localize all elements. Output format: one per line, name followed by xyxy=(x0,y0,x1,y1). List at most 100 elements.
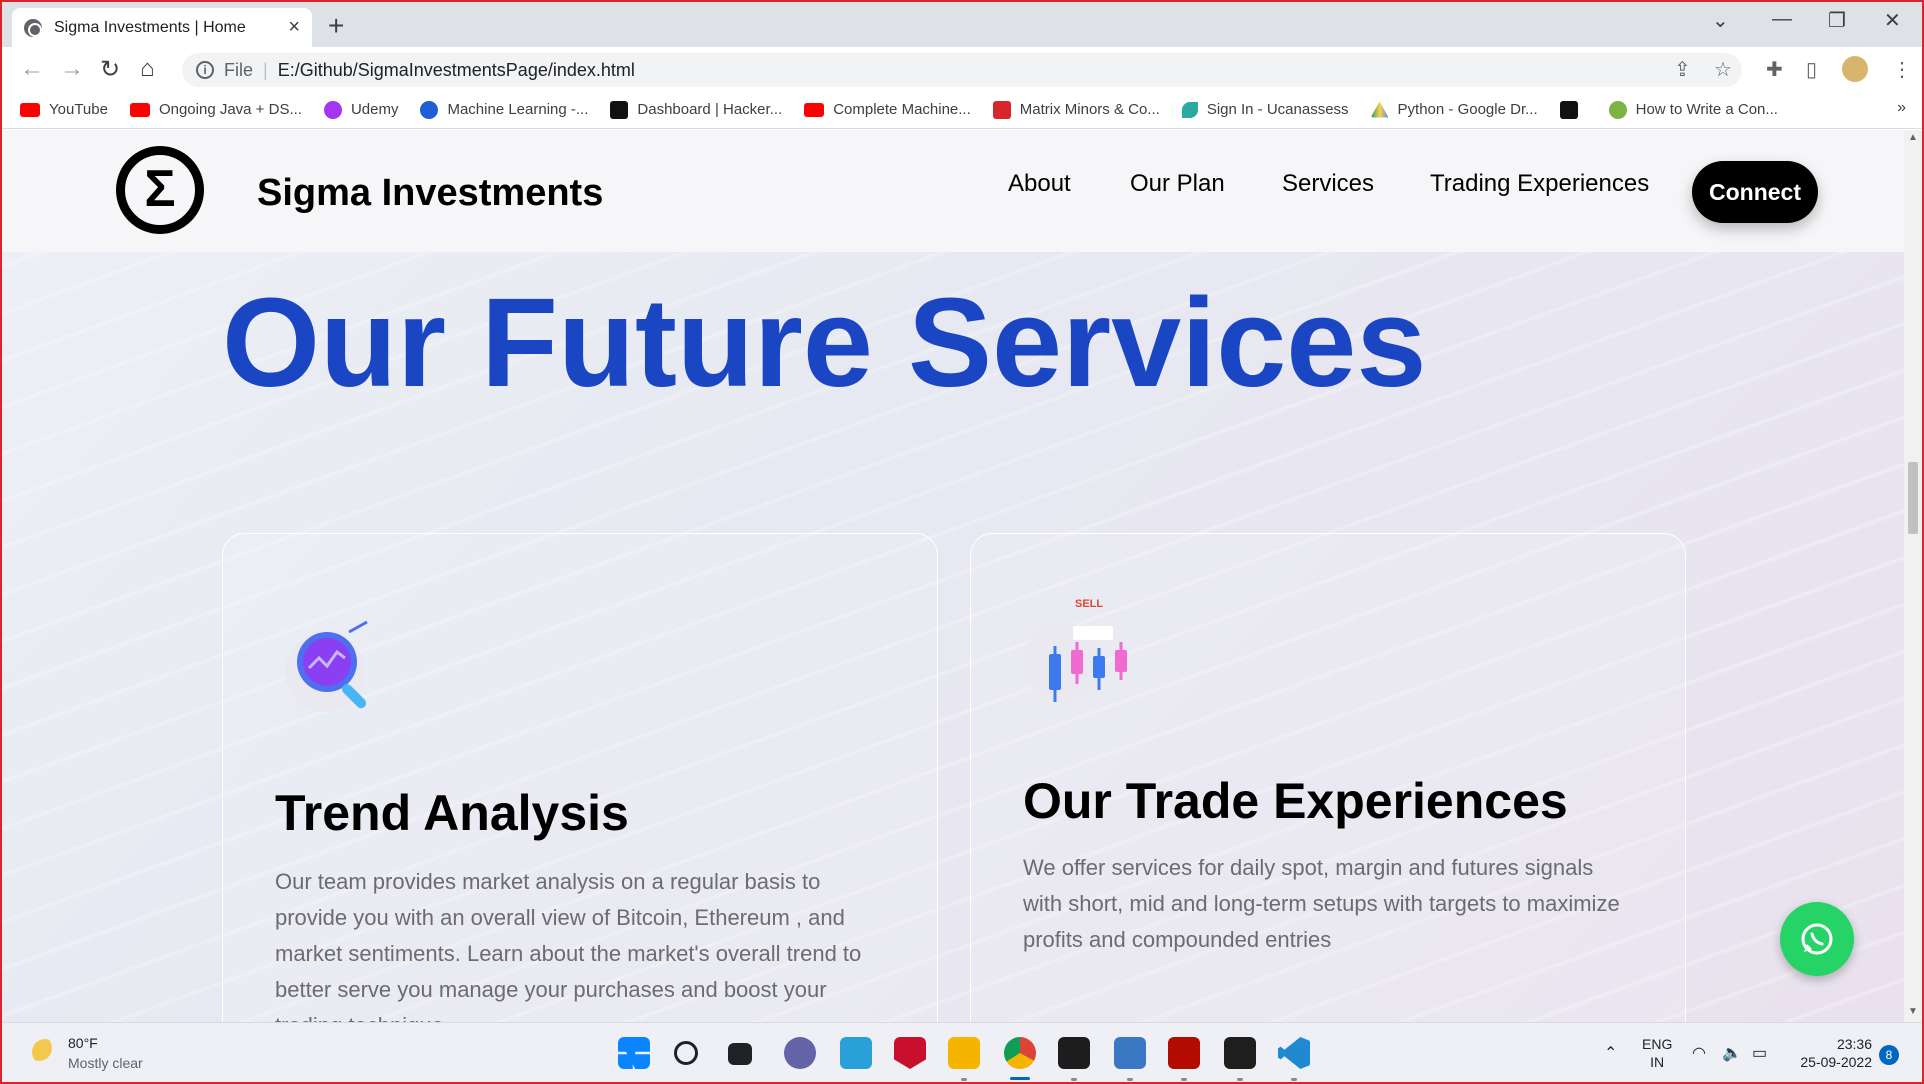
mcafee-icon[interactable] xyxy=(894,1037,926,1069)
back-icon[interactable]: ← xyxy=(20,55,44,83)
region-code: IN xyxy=(1650,1054,1665,1070)
scrollbar-thumb[interactable] xyxy=(1908,462,1918,534)
bookmark-item[interactable]: Sign In - Ucanassess xyxy=(1181,101,1349,118)
bookmark-item[interactable] xyxy=(1559,100,1587,119)
bookmark-item[interactable]: Python - Google Dr... xyxy=(1370,101,1538,118)
browser-window: Sigma Investments | Home × + ⌄ — ❐ ✕ ← →… xyxy=(0,0,1924,1084)
page-scrollbar[interactable]: ▲ ▼ xyxy=(1904,130,1922,1022)
profile-avatar[interactable] xyxy=(1842,56,1868,82)
chrome-icon[interactable] xyxy=(1004,1037,1036,1069)
menu-icon[interactable]: ⋮ xyxy=(1892,57,1912,82)
whatsapp-icon xyxy=(1801,923,1833,955)
browser-toolbar: ← → ↻ ⌂ i File | E:/Github/SigmaInvestme… xyxy=(2,47,1922,91)
weather-description[interactable]: Mostly clear xyxy=(68,1055,143,1071)
clock-date: 25-09-2022 xyxy=(1800,1054,1872,1070)
section-title: Our Future Services xyxy=(222,272,1427,413)
bookmark-label: Dashboard | Hacker... xyxy=(637,101,783,118)
address-url[interactable]: E:/Github/SigmaInvestmentsPage/index.htm… xyxy=(278,60,635,81)
coursera-icon xyxy=(420,100,439,119)
reload-icon[interactable]: ↻ xyxy=(100,55,120,84)
tab-title: Sigma Investments | Home xyxy=(54,18,246,36)
youtube-icon xyxy=(129,102,150,117)
show-hidden-icons-icon[interactable]: ⌃ xyxy=(1604,1043,1617,1063)
teams-chat-icon[interactable] xyxy=(784,1037,816,1069)
brand-name[interactable]: Sigma Investments xyxy=(257,172,603,215)
side-panel-icon[interactable]: ▯ xyxy=(1806,57,1817,82)
bookmark-label: YouTube xyxy=(49,101,108,118)
weather-temperature[interactable]: 80°F xyxy=(68,1035,98,1051)
vscode-icon[interactable] xyxy=(1278,1037,1310,1069)
address-bar[interactable]: i File | E:/Github/SigmaInvestmentsPage/… xyxy=(182,53,1742,87)
magnifier-chart-icon xyxy=(285,620,368,712)
home-icon[interactable]: ⌂ xyxy=(140,55,155,83)
close-tab-icon[interactable]: × xyxy=(288,16,300,39)
running-indicator xyxy=(1127,1078,1133,1081)
acrobat-icon[interactable] xyxy=(1168,1037,1200,1069)
notification-badge[interactable]: 8 xyxy=(1879,1045,1899,1065)
sell-badge: SELL xyxy=(1075,598,1104,610)
language-indicator[interactable]: ENG IN xyxy=(1642,1035,1672,1071)
forward-icon[interactable]: → xyxy=(60,55,84,83)
ucanassess-icon xyxy=(1181,101,1198,118)
task-view-icon[interactable] xyxy=(728,1043,752,1065)
moon-weather-icon[interactable] xyxy=(32,1039,58,1065)
youtube-icon xyxy=(804,102,825,117)
bookmark-item[interactable]: Matrix Minors & Co... xyxy=(992,100,1160,119)
wikihow-icon xyxy=(1608,100,1627,119)
card-text: Our team provides market analysis on a r… xyxy=(275,869,862,1022)
bookmark-item[interactable]: Dashboard | Hacker... xyxy=(610,100,783,119)
bookmark-star-icon[interactable]: ☆ xyxy=(1714,57,1732,82)
nav-services[interactable]: Services xyxy=(1282,170,1374,198)
language-code: ENG xyxy=(1642,1036,1673,1052)
site-header: Σ Sigma Investments About Our Plan Servi… xyxy=(2,130,1904,252)
card-title: Our Trade Experiences xyxy=(1023,773,1568,829)
bookmark-item[interactable]: YouTube xyxy=(20,101,108,118)
battery-icon[interactable]: ▭ xyxy=(1752,1043,1767,1063)
nav-trading-experiences[interactable]: Trading Experiences xyxy=(1430,170,1649,198)
youtube-icon xyxy=(20,102,40,117)
sigma-logo-icon[interactable]: Σ xyxy=(116,146,204,234)
bookmark-item[interactable]: Complete Machine... xyxy=(804,101,971,118)
restore-icon[interactable]: ❐ xyxy=(1828,8,1846,33)
info-icon[interactable]: i xyxy=(196,61,214,79)
running-indicator xyxy=(961,1078,967,1081)
bookmark-label: Matrix Minors & Co... xyxy=(1019,101,1160,118)
scroll-down-icon[interactable]: ▼ xyxy=(1908,1006,1918,1017)
extensions-icon[interactable]: ✚ xyxy=(1766,57,1783,82)
more-bookmarks-icon[interactable]: » xyxy=(1897,99,1906,117)
whatsapp-button[interactable] xyxy=(1780,902,1854,976)
desktop-icon[interactable] xyxy=(840,1037,872,1069)
bookmarks-bar: YouTube Ongoing Java + DS... Udemy Machi… xyxy=(2,91,1922,129)
tab-search-icon[interactable]: ⌄ xyxy=(1712,8,1729,33)
bookmark-item[interactable]: Machine Learning -... xyxy=(420,100,588,119)
bookmark-label: Udemy xyxy=(350,101,399,118)
clock[interactable]: 23:36 25-09-2022 xyxy=(1792,1035,1872,1071)
photos-icon[interactable] xyxy=(1114,1037,1146,1069)
tab-strip: Sigma Investments | Home × + ⌄ — ❐ ✕ xyxy=(2,2,1922,47)
running-indicator xyxy=(1291,1078,1297,1081)
nav-our-plan[interactable]: Our Plan xyxy=(1130,170,1225,198)
volume-icon[interactable]: 🔈 xyxy=(1722,1043,1742,1063)
file-explorer-icon[interactable] xyxy=(948,1037,980,1069)
tab-active[interactable]: Sigma Investments | Home × xyxy=(12,8,312,47)
active-indicator xyxy=(1010,1077,1030,1080)
bookmark-item[interactable]: Ongoing Java + DS... xyxy=(129,101,302,118)
webex-icon[interactable] xyxy=(1058,1037,1090,1069)
bookmark-item[interactable]: Udemy xyxy=(323,100,399,119)
share-icon[interactable]: ⇪ xyxy=(1674,57,1691,82)
card-title: Trend Analysis xyxy=(275,785,629,841)
nav-about[interactable]: About xyxy=(1008,170,1071,198)
new-tab-icon[interactable]: + xyxy=(328,10,344,42)
address-separator: | xyxy=(263,59,268,80)
bookmark-item[interactable]: How to Write a Con... xyxy=(1608,100,1778,119)
scroll-up-icon[interactable]: ▲ xyxy=(1908,132,1918,143)
search-icon[interactable] xyxy=(674,1041,698,1065)
terminal-icon[interactable] xyxy=(1224,1037,1256,1069)
close-window-icon[interactable]: ✕ xyxy=(1884,8,1901,33)
bookmark-label: Complete Machine... xyxy=(833,101,971,118)
connect-button[interactable]: Connect xyxy=(1692,161,1818,223)
wifi-icon[interactable]: ◠ xyxy=(1692,1043,1706,1063)
bookmark-label: Ongoing Java + DS... xyxy=(158,101,302,118)
start-icon[interactable] xyxy=(618,1037,650,1069)
minimize-icon[interactable]: — xyxy=(1772,8,1792,31)
